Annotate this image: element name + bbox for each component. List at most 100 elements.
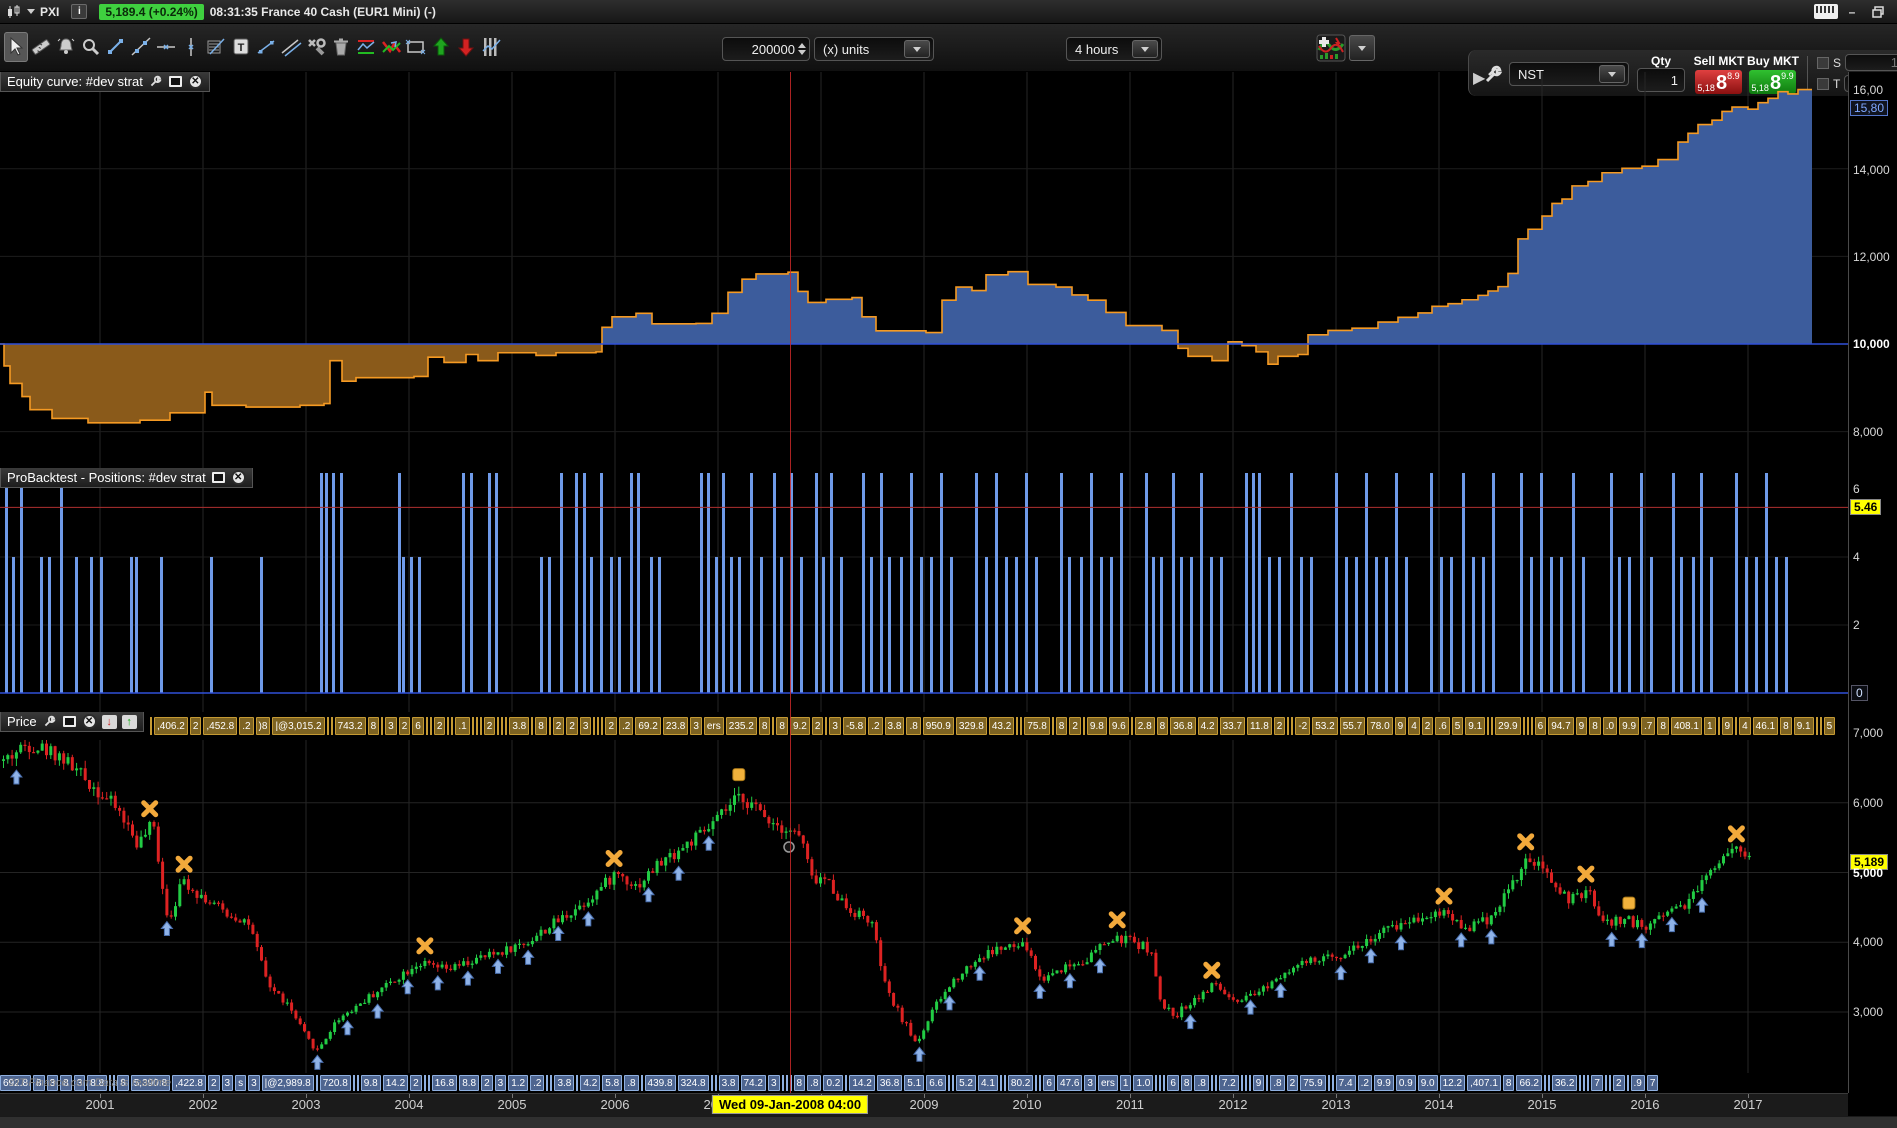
trade-markers (9, 768, 1745, 1070)
crosshair-date-badge: Wed 09-Jan-2008 04:00 (711, 1095, 869, 1114)
horizontal-line-tool[interactable] (154, 32, 178, 62)
toolbar: T 200000 (x) units 4 hours ▶ NST Qty 1 S… (0, 24, 1897, 96)
parallel-lines-tool[interactable] (279, 32, 303, 62)
fibonacci-tool[interactable] (204, 32, 228, 62)
trade-label: 2.8 (1134, 717, 1155, 735)
tick-mark (601, 717, 604, 735)
year-label: 2017 (1733, 1097, 1763, 1112)
keyboard-icon[interactable] (1813, 3, 1839, 21)
price-chart[interactable] (0, 740, 1848, 1073)
quantity-stepper[interactable]: 200000 (722, 37, 810, 61)
tick-mark (326, 717, 329, 735)
qty-label: Qty (1650, 54, 1671, 68)
trade-label: 9.0 (1417, 1075, 1438, 1091)
watermark: ©IT-Finance.com Data is realtime (8, 1077, 171, 1089)
tick-mark (999, 1075, 1002, 1091)
stop-field[interactable]: 1 (1845, 54, 1897, 71)
chevron-down-icon[interactable] (1349, 35, 1375, 61)
trade-label: 4.2 (580, 1075, 601, 1091)
trade-label: 23.8 (662, 717, 689, 735)
positions-panel-title[interactable]: ProBacktest - Positions: #dev strat ✕ (0, 468, 253, 488)
indicator-button[interactable] (1316, 34, 1378, 62)
window-icon[interactable] (211, 472, 225, 483)
wrench-icon[interactable] (148, 75, 163, 88)
crosshair-value-badge: 5.46 (1850, 499, 1882, 515)
tick-mark (447, 717, 450, 735)
tick-mark (1210, 1075, 1213, 1091)
restore-button[interactable] (1865, 3, 1891, 21)
stop-checkbox[interactable] (1817, 56, 1829, 69)
trade-label: 7.2 (1218, 1075, 1239, 1091)
window-icon[interactable] (168, 76, 182, 87)
trade-label: .9 (1630, 1075, 1645, 1091)
positions-chart[interactable] (0, 468, 1848, 712)
trade-label: 69.2 (635, 717, 661, 735)
vertical-line-tool[interactable] (179, 32, 203, 62)
sell-order-icon[interactable]: ↓ (101, 714, 117, 729)
chevron-down-icon[interactable] (1132, 40, 1158, 58)
positions-axis-label: 2 (1853, 618, 1860, 632)
zoom-tool[interactable] (79, 32, 103, 62)
trade-label: ,452.8 (203, 717, 238, 735)
equity-title-text: Equity curve: #dev strat (7, 74, 143, 89)
equity-curve-chart[interactable] (0, 72, 1848, 468)
segment-tool[interactable] (104, 32, 128, 62)
zigzag-channel-tool[interactable] (354, 32, 378, 62)
close-icon[interactable]: ✕ (230, 470, 246, 485)
volume-profile-tool[interactable] (479, 32, 503, 62)
tick-mark (425, 717, 428, 735)
tick-mark (952, 1075, 955, 1091)
extended-line-tool[interactable] (254, 32, 278, 62)
tick-mark (1130, 717, 1133, 735)
buy-order-icon[interactable]: ↑ (121, 714, 137, 729)
trade-label: 75.8 (1024, 717, 1050, 735)
trade-label: 9 (1721, 717, 1734, 735)
tools-tool[interactable] (304, 32, 328, 62)
trade-label: 3 (494, 1075, 507, 1091)
rectangle-tool[interactable] (404, 32, 428, 62)
year-label: 2002 (188, 1097, 218, 1112)
trendline-tool[interactable] (129, 32, 153, 62)
close-icon[interactable]: ✕ (81, 714, 97, 729)
spinner-arrows[interactable] (798, 43, 806, 55)
window-icon[interactable] (62, 716, 76, 727)
equity-panel-title[interactable]: Equity curve: #dev strat ✕ (0, 72, 210, 92)
year-label: 2010 (1012, 1097, 1042, 1112)
tick-mark (1530, 717, 1533, 735)
price-panel-title[interactable]: Price ✕ ↓ ↑ (0, 712, 144, 732)
minimize-button[interactable]: – (1839, 3, 1865, 21)
year-label: 2015 (1527, 1097, 1557, 1112)
trade-label: 9.8 (1086, 717, 1107, 735)
trade-label: 8.8 (459, 1075, 480, 1091)
trade-label: ers (1097, 1075, 1118, 1091)
timeframe-dropdown[interactable]: 4 hours (1066, 37, 1162, 61)
trade-label: 43.2 (988, 717, 1015, 735)
close-icon[interactable]: ✕ (187, 74, 203, 89)
zigzag-arrows-tool[interactable] (379, 32, 403, 62)
positions-title-text: ProBacktest - Positions: #dev strat (7, 470, 206, 485)
tick-mark (550, 1075, 553, 1091)
trade-label: 36.8 (876, 1075, 903, 1091)
price-axis-column[interactable]: 16,00 15,80 14,000 12,000 10,000 8,000 6… (1848, 72, 1897, 1093)
arrow-down-tool[interactable] (454, 32, 478, 62)
units-dropdown[interactable]: (x) units (814, 37, 934, 61)
text-tool[interactable]: T (229, 32, 253, 62)
trade-label: 14.2 (849, 1075, 875, 1091)
chevron-down-icon[interactable] (27, 9, 35, 14)
tick-mark (1717, 717, 1720, 735)
trash-icon (334, 38, 348, 56)
pointer-tool[interactable] (4, 32, 28, 62)
tick-mark (845, 1075, 848, 1091)
year-label: 2005 (497, 1097, 527, 1112)
chevron-down-icon[interactable] (904, 40, 930, 58)
tick-mark (1039, 1075, 1042, 1091)
trade-label: .2 (619, 717, 634, 735)
trash-tool[interactable] (329, 32, 353, 62)
ruler-tool[interactable] (29, 32, 53, 62)
arrow-up-tool[interactable] (429, 32, 453, 62)
wrench-icon[interactable] (42, 715, 57, 728)
alarm-tool[interactable] (54, 32, 78, 62)
info-button[interactable]: i (71, 4, 88, 19)
trade-label: 8 (793, 1075, 806, 1091)
time-axis[interactable]: Wed 09-Jan-2008 04:00 2001 2002 2003 2004 20… (0, 1093, 1848, 1116)
